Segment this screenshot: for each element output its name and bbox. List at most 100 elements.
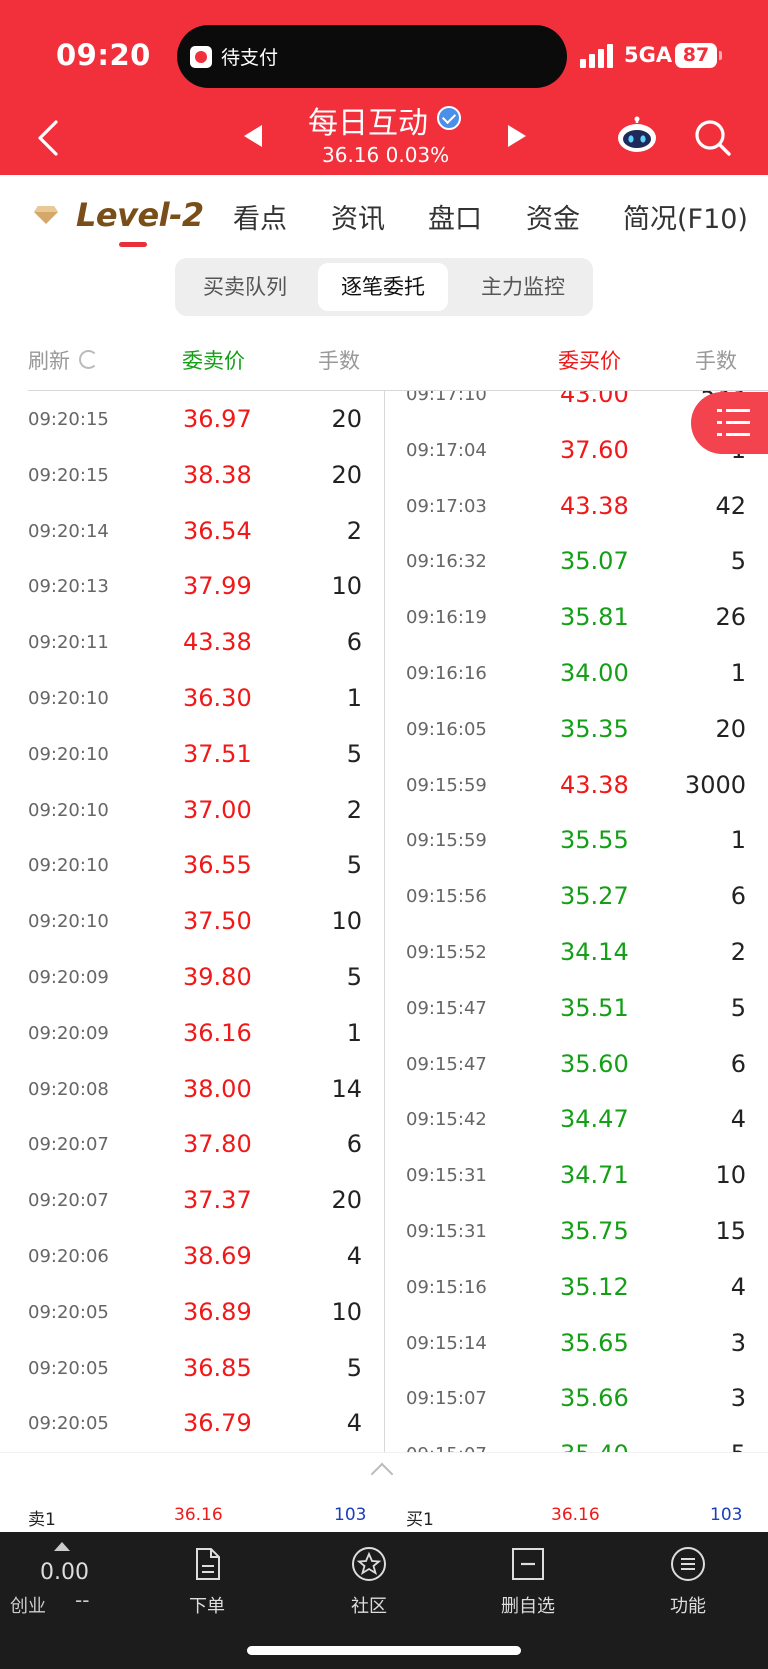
order-lots: 5 [346,851,362,880]
order-row[interactable]: 09:15:42 34.47 4 [385,1097,768,1153]
home-indicator[interactable] [247,1646,521,1655]
order-time: 09:20:10 [28,688,109,709]
buy1-price: 36.16 [551,1505,600,1525]
order-row[interactable]: 09:15:47 35.60 6 [385,1042,768,1098]
segment-order-by-order[interactable]: 逐笔委托 [318,263,448,311]
order-time: 09:15:47 [406,1053,487,1075]
order-row[interactable]: 09:15:31 35.75 15 [385,1209,768,1265]
order-price: 35.81 [560,603,629,632]
sell-order-list[interactable]: 09:20:15 36.97 20 09:20:15 38.38 20 09:20:14 36… [0,391,384,1452]
order-row[interactable]: 09:20:05 36.79 4 [0,1401,384,1452]
order-price: 37.80 [183,1130,252,1159]
prev-stock-icon[interactable] [244,125,262,147]
order-row[interactable]: 09:20:15 38.38 20 [0,453,384,509]
order-lots: 10 [331,907,362,936]
order-row[interactable]: 09:20:09 39.80 5 [0,955,384,1011]
order-time: 09:20:07 [28,1134,109,1156]
order-lots: 5 [730,993,746,1022]
menu-fab-button[interactable] [691,392,768,454]
order-row[interactable]: 09:20:10 37.51 5 [0,732,384,788]
order-lots: 1 [730,826,746,855]
order-time: 09:15:07 [406,1388,487,1410]
order-row[interactable]: 09:15:07 35.40 5 [385,1432,768,1452]
order-time: 09:17:03 [406,495,487,517]
menu-icon-line [726,433,750,436]
order-lots: 1 [346,684,362,712]
order-lots: 4 [346,1409,362,1438]
order-row[interactable]: 09:16:32 35.07 5 [385,539,768,595]
order-time: 09:15:52 [406,942,487,963]
order-row[interactable]: 09:16:05 35.35 20 [385,707,768,763]
order-row[interactable]: 09:20:10 36.30 1 [0,676,384,732]
nav-functions[interactable]: 功能 [628,1532,748,1632]
diamond-icon [34,206,58,224]
order-row[interactable]: 09:20:05 36.85 5 [0,1346,384,1402]
order-price: 36.97 [183,405,252,433]
order-row[interactable]: 09:20:10 37.50 10 [0,899,384,955]
order-price: 35.65 [560,1328,629,1357]
segment-bid-ask-queue[interactable]: 买卖队列 [180,263,310,311]
robot-assistant-icon[interactable] [616,116,658,154]
order-row[interactable]: 09:20:09 36.16 1 [0,1011,384,1067]
order-lots: 6 [730,1049,746,1078]
order-row[interactable]: 09:20:08 38.00 14 [0,1067,384,1123]
menu-icon-dot [717,433,722,436]
order-row[interactable]: 09:20:07 37.37 20 [0,1178,384,1234]
order-row[interactable]: 09:15:59 43.38 3000 [385,763,768,819]
order-time: 09:16:05 [406,718,487,740]
order-row[interactable]: 09:20:14 36.54 2 [0,509,384,565]
order-row[interactable]: 09:15:16 35.12 4 [385,1265,768,1321]
order-row[interactable]: 09:16:19 35.81 26 [385,595,768,651]
buy-lots-header: 手数 [695,349,737,373]
order-row[interactable]: 09:20:05 36.89 10 [0,1290,384,1346]
tab-profile-f10[interactable]: 简况(F10) [623,197,748,236]
order-row[interactable]: 09:15:59 35.55 1 [385,818,768,874]
refresh-button[interactable]: 刷新 [28,345,70,375]
nav-place-order[interactable]: 下单 [147,1532,267,1632]
menu-icon-line [726,421,750,424]
search-icon[interactable] [693,118,733,158]
order-lots: 1 [346,1018,362,1047]
order-row[interactable]: 09:15:31 34.71 10 [385,1153,768,1209]
order-row[interactable]: 09:20:11 43.38 6 [0,620,384,676]
tab-order-book[interactable]: 盘口 [428,197,482,236]
tab-news[interactable]: 资讯 [331,197,385,236]
nav-remove-watchlist[interactable]: 删自选 [468,1532,588,1632]
order-row[interactable]: 09:20:10 36.55 5 [0,843,384,899]
order-row[interactable]: 09:16:16 34.00 1 [385,651,768,707]
order-lots: 5 [346,963,362,991]
order-price: 36.30 [183,684,252,712]
dynamic-island[interactable]: 待支付 [177,25,567,88]
order-time: 09:15:56 [406,886,487,908]
refresh-icon[interactable] [79,350,98,369]
index-value[interactable]: 0.00 [40,1560,89,1585]
nav-community[interactable]: 社区 [309,1532,429,1632]
order-lots: 3 [730,1384,746,1413]
order-lots: 20 [331,460,362,489]
order-lots: 1 [730,659,746,687]
order-row[interactable]: 09:20:10 37.00 2 [0,788,384,844]
order-row[interactable]: 09:20:07 37.80 6 [0,1122,384,1178]
order-row[interactable]: 09:15:07 35.66 3 [385,1376,768,1432]
order-row[interactable]: 09:20:15 36.97 20 [0,397,384,453]
buy-order-list[interactable]: 09:17:1043.0053309:17:0437.60109:17:0343… [385,391,768,1452]
segment-main-monitor[interactable]: 主力监控 [458,263,588,311]
order-row[interactable]: 09:20:06 38.69 4 [0,1234,384,1290]
order-row[interactable]: 09:15:52 34.14 2 [385,930,768,986]
order-time: 09:15:59 [406,774,487,796]
order-row[interactable]: 09:15:56 35.27 6 [385,874,768,930]
index-name[interactable]: 创业 [10,1592,46,1618]
tab-level2[interactable]: Level-2 [76,196,204,234]
order-price: 36.55 [183,851,252,880]
tab-fund-flow[interactable]: 资金 [526,197,580,236]
next-stock-icon[interactable] [508,125,526,147]
order-row[interactable]: 09:20:13 37.99 10 [0,564,384,620]
tab-highlights[interactable]: 看点 [233,197,287,236]
remove-watchlist-icon [512,1548,544,1580]
order-row[interactable]: 09:15:14 35.65 3 [385,1321,768,1377]
order-time: 09:15:42 [406,1109,487,1131]
back-icon[interactable] [34,118,62,158]
order-time: 09:20:05 [28,1413,109,1435]
order-row[interactable]: 09:17:03 43.38 42 [385,484,768,540]
order-row[interactable]: 09:15:47 35.51 5 [385,986,768,1042]
